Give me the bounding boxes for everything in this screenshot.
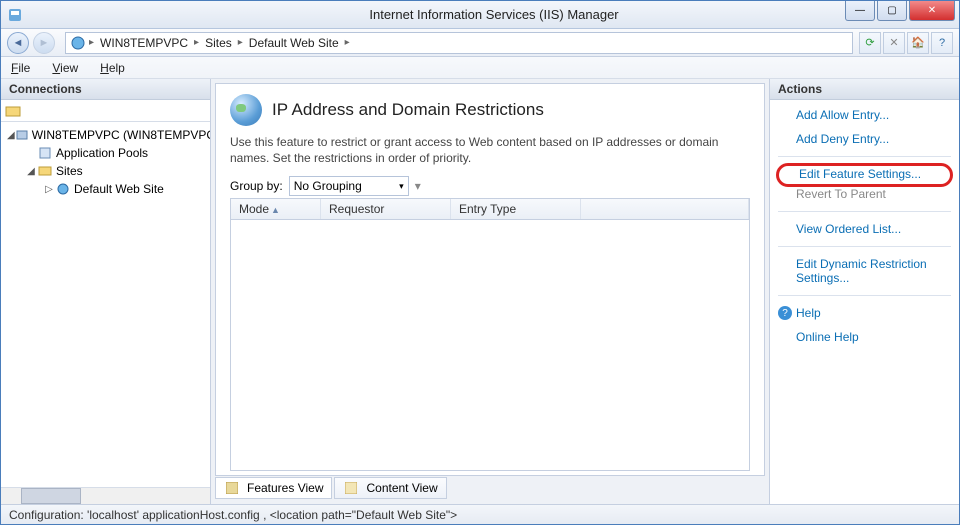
- forward-button[interactable]: ►: [33, 32, 55, 54]
- app-icon: [7, 7, 23, 23]
- help-button[interactable]: ?: [931, 32, 953, 54]
- close-button[interactable]: ✕: [909, 1, 955, 21]
- actions-panel: Actions Add Allow Entry... Add Deny Entr…: [769, 79, 959, 504]
- minimize-button[interactable]: —: [845, 1, 875, 21]
- separator: [778, 156, 951, 157]
- action-edit-dynamic-settings[interactable]: Edit Dynamic Restriction Settings...: [774, 255, 955, 287]
- globe-icon: [70, 35, 86, 51]
- action-view-ordered-list[interactable]: View Ordered List...: [774, 220, 955, 238]
- action-revert-to-parent: Revert To Parent: [774, 185, 955, 203]
- column-entrytype[interactable]: Entry Type: [451, 199, 581, 219]
- separator: [778, 295, 951, 296]
- column-spacer: [581, 199, 749, 219]
- expand-icon[interactable]: ▷: [43, 184, 55, 195]
- connections-panel: Connections ◢ WIN8TEMPVPC (WIN8TEMPVPC A…: [1, 79, 211, 504]
- home-button[interactable]: 🏠: [907, 32, 929, 54]
- globe-icon: [55, 181, 71, 197]
- menu-help[interactable]: Help: [100, 61, 125, 75]
- connections-tree: ◢ WIN8TEMPVPC (WIN8TEMPVPC Application P…: [1, 122, 210, 487]
- feature-title: IP Address and Domain Restrictions: [272, 100, 544, 120]
- column-mode[interactable]: Mode▲: [231, 199, 321, 219]
- tree-defaultsite-label: Default Web Site: [74, 182, 164, 196]
- connections-toolbar: [1, 100, 210, 122]
- groupby-label: Group by:: [230, 179, 283, 193]
- folder-icon[interactable]: [5, 103, 21, 119]
- chevron-down-icon: ▾: [399, 181, 404, 192]
- sort-asc-icon: ▲: [271, 205, 280, 215]
- chevron-right-icon: ▸: [345, 37, 350, 48]
- apppools-icon: [37, 145, 53, 161]
- horizontal-scrollbar[interactable]: [1, 487, 210, 504]
- tree-sites-label: Sites: [56, 164, 83, 178]
- tab-features-view[interactable]: Features View: [215, 477, 332, 499]
- grid-header: Mode▲ Requestor Entry Type: [231, 199, 749, 220]
- connections-header: Connections: [1, 79, 210, 100]
- back-button[interactable]: ◄: [7, 32, 29, 54]
- tab-content-view[interactable]: Content View: [334, 477, 446, 499]
- actions-header: Actions: [770, 79, 959, 100]
- center-panel: IP Address and Domain Restrictions Use t…: [211, 79, 769, 504]
- breadcrumb-host[interactable]: WIN8TEMPVPC: [94, 36, 194, 50]
- tree-server-label: WIN8TEMPVPC (WIN8TEMPVPC: [32, 128, 210, 142]
- collapse-icon[interactable]: ◢: [25, 166, 37, 177]
- server-icon: [15, 127, 29, 143]
- statusbar: Configuration: 'localhost' applicationHo…: [1, 504, 959, 524]
- action-help[interactable]: ? Help: [774, 304, 955, 322]
- groupby-clear-button[interactable]: ▾: [415, 179, 421, 193]
- menu-view[interactable]: View: [52, 61, 78, 75]
- content-view-icon: [343, 480, 359, 496]
- window-title: Internet Information Services (IIS) Mana…: [29, 7, 959, 22]
- column-requestor[interactable]: Requestor: [321, 199, 451, 219]
- action-online-help[interactable]: Online Help: [774, 328, 955, 346]
- groupby-select[interactable]: No Grouping ▾: [289, 176, 409, 196]
- action-add-allow[interactable]: Add Allow Entry...: [774, 106, 955, 124]
- address-bar[interactable]: ▸ WIN8TEMPVPC ▸ Sites ▸ Default Web Site…: [65, 32, 853, 54]
- status-text: Configuration: 'localhost' applicationHo…: [9, 508, 457, 522]
- refresh-button[interactable]: ⟳: [859, 32, 881, 54]
- feature-description: Use this feature to restrict or grant ac…: [230, 134, 750, 166]
- menubar: File View Help: [1, 57, 959, 79]
- tree-apppools-node[interactable]: Application Pools: [3, 144, 208, 162]
- separator: [778, 211, 951, 212]
- tree-defaultsite-node[interactable]: ▷ Default Web Site: [3, 180, 208, 198]
- groupby-value: No Grouping: [294, 179, 362, 193]
- stop-button[interactable]: ✕: [883, 32, 905, 54]
- scrollbar-thumb[interactable]: [21, 488, 81, 504]
- collapse-icon[interactable]: ◢: [7, 130, 15, 141]
- feature-globe-icon: [230, 94, 262, 126]
- menu-file[interactable]: File: [11, 61, 30, 75]
- tree-server-node[interactable]: ◢ WIN8TEMPVPC (WIN8TEMPVPC: [3, 126, 208, 144]
- view-tabs: Features View Content View: [215, 476, 765, 500]
- breadcrumb-sites[interactable]: Sites: [199, 36, 238, 50]
- separator: [778, 246, 951, 247]
- breadcrumb-site[interactable]: Default Web Site: [243, 36, 345, 50]
- navbar: ◄ ► ▸ WIN8TEMPVPC ▸ Sites ▸ Default Web …: [1, 29, 959, 57]
- titlebar: Internet Information Services (IIS) Mana…: [1, 1, 959, 29]
- restrictions-grid[interactable]: Mode▲ Requestor Entry Type: [230, 198, 750, 471]
- folder-icon: [37, 163, 53, 179]
- action-edit-feature-settings[interactable]: Edit Feature Settings...: [776, 163, 953, 187]
- tree-apppools-label: Application Pools: [56, 146, 148, 160]
- features-view-icon: [224, 480, 240, 496]
- action-add-deny[interactable]: Add Deny Entry...: [774, 130, 955, 148]
- help-icon: ?: [778, 306, 792, 320]
- tree-sites-node[interactable]: ◢ Sites: [3, 162, 208, 180]
- maximize-button[interactable]: ▢: [877, 1, 907, 21]
